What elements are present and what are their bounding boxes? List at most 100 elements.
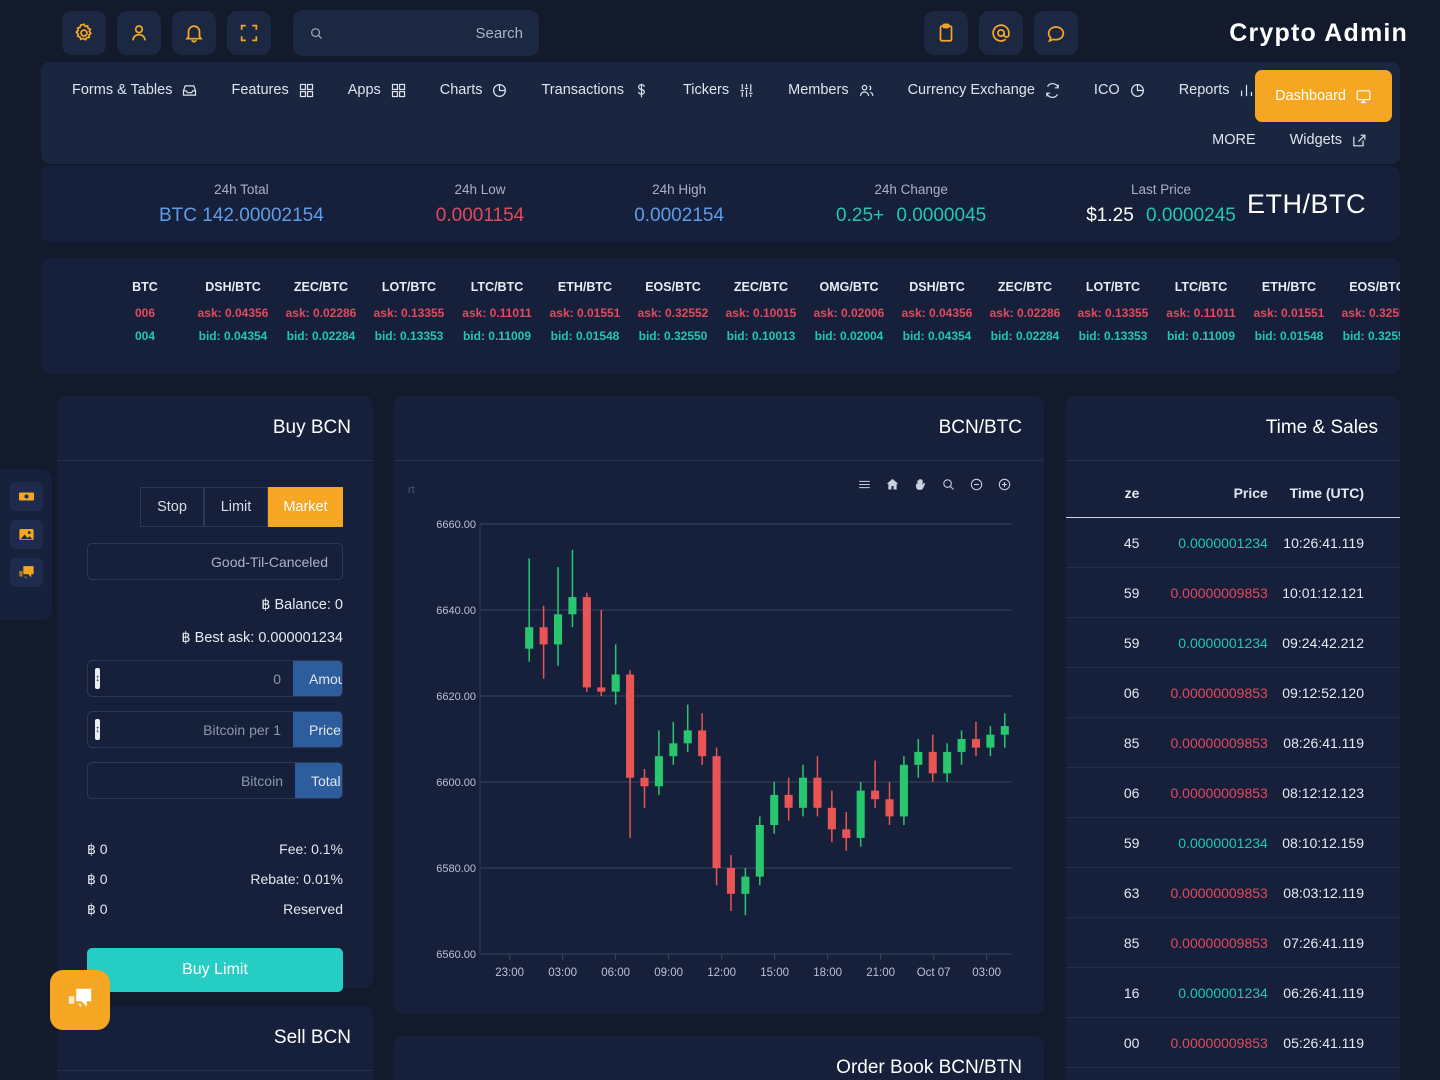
- ticker-bid: bid: 0.02284: [990, 329, 1060, 343]
- table-row[interactable]: 59 0.00000009853 10:01:12.121: [1066, 568, 1400, 618]
- ticker-column[interactable]: ETH/BTC ask: 0.01551 bid: 0.01548: [1245, 280, 1333, 343]
- nav-item-ico[interactable]: ICO: [1094, 82, 1146, 99]
- stat-value: 0.0001154: [435, 204, 525, 226]
- home-icon[interactable]: [885, 477, 900, 492]
- price-input[interactable]: [100, 721, 293, 738]
- ticker-column[interactable]: DSH/BTC ask: 0.04356 bid: 0.04354: [189, 280, 277, 343]
- price-tag: Price: [293, 712, 342, 747]
- ticker-column[interactable]: LOT/BTC ask: 0.13355 bid: 0.13353: [365, 280, 453, 343]
- ticker-column[interactable]: EOS/BTC ask: 0.32552 bid: 0.32550: [1333, 280, 1400, 343]
- amount-field-row[interactable]: ↕ Amount: [87, 660, 343, 697]
- table-row[interactable]: 00 0.00000009853 05:26:41.119: [1066, 1018, 1400, 1068]
- ticker-column[interactable]: EOS/BTC ask: 0.32552 bid: 0.32550: [629, 280, 717, 343]
- chat-icon[interactable]: [1034, 11, 1079, 55]
- left-dock: [0, 470, 52, 620]
- order-type-stop[interactable]: Stop: [140, 487, 204, 527]
- candlestick-chart[interactable]: 6560.00 6580.00 6600.00 6620.00 6640.00 6660.…: [394, 492, 1044, 1002]
- nav-item-widgets[interactable]: Widgets: [1290, 132, 1368, 149]
- nav-item-apps[interactable]: Apps: [348, 82, 407, 99]
- stat-label: 24h Total: [214, 181, 269, 197]
- nav-item-transactions[interactable]: Transactions: [541, 82, 649, 99]
- buy-limit-button[interactable]: Buy Limit: [87, 948, 343, 992]
- ticker-ask: ask: 0.10015: [725, 306, 797, 320]
- ticker-column[interactable]: OMG/BTC ask: 0.02006 bid: 0.02004: [805, 280, 893, 343]
- table-row[interactable]: 45 0.0000001234 10:26:41.119: [1066, 518, 1400, 568]
- price-field-row[interactable]: ↕ Price: [87, 711, 343, 748]
- nav-item-reports[interactable]: Reports: [1179, 82, 1256, 99]
- fullscreen-icon[interactable]: [227, 11, 271, 55]
- ticker-column[interactable]: ZEC/BTC ask: 0.02286 bid: 0.02284: [981, 280, 1069, 343]
- nav-item-forms-tables[interactable]: Forms & Tables: [72, 82, 198, 99]
- ticker-tape: BTC 006 004 DSH/BTC ask: 0.04356 bid: 0.04354…: [41, 258, 1400, 374]
- order-type-market[interactable]: Market: [268, 487, 343, 527]
- total-field-row[interactable]: Total: [87, 762, 343, 799]
- ticker-pair: LOT/BTC: [1085, 280, 1141, 294]
- nav-item-more[interactable]: MORE: [1212, 132, 1256, 148]
- gear-icon[interactable]: [62, 11, 106, 55]
- chat-stack-icon[interactable]: [9, 558, 43, 587]
- ticker-column[interactable]: ETH/BTC ask: 0.01551 bid: 0.01548: [541, 280, 629, 343]
- order-book-title: Order Book BCN/BTN: [394, 1036, 1044, 1080]
- zoom-out-icon[interactable]: [969, 477, 984, 492]
- order-type-limit[interactable]: Limit: [204, 487, 268, 527]
- stat-label: Last Price: [1131, 181, 1192, 197]
- nav-item-members[interactable]: Members: [788, 82, 874, 99]
- cell-size: 16: [1123, 984, 1140, 1001]
- svg-text:03:00: 03:00: [548, 967, 577, 979]
- time-sales-title: Time & Sales: [1066, 396, 1400, 461]
- svg-text:09:00: 09:00: [654, 967, 683, 979]
- cell-size: 06: [1123, 784, 1140, 801]
- search-input[interactable]: [324, 24, 523, 42]
- ticker-tape-track[interactable]: BTC 006 004 DSH/BTC ask: 0.04356 bid: 0.04354…: [41, 258, 1400, 343]
- table-row[interactable]: 06 0.00000009853 08:12:12.123: [1066, 768, 1400, 818]
- ticker-pair: ZEC/BTC: [293, 280, 349, 294]
- user-icon[interactable]: [117, 11, 161, 55]
- nav-item-features[interactable]: Features: [231, 82, 314, 99]
- clipboard-icon[interactable]: [924, 11, 969, 55]
- cell-time: 05:26:41.119: [1283, 1034, 1364, 1051]
- zoom-selection-icon[interactable]: [941, 477, 956, 492]
- ticker-column[interactable]: ZEC/BTC ask: 0.10015 bid: 0.10013: [717, 280, 805, 343]
- nav-item-currency-exchange[interactable]: Currency Exchange: [908, 82, 1061, 99]
- nav-item-charts[interactable]: Charts: [440, 82, 509, 99]
- table-row[interactable]: 63 0.00000009853 08:03:12.119: [1066, 868, 1400, 918]
- ticker-column[interactable]: LTC/BTC ask: 0.11011 bid: 0.11009: [453, 280, 541, 343]
- time-sales-rows: 45 0.0000001234 10:26:41.119 59 0.0000000985…: [1066, 518, 1400, 1068]
- table-row[interactable]: 59 0.0000001234 08:10:12.159: [1066, 818, 1400, 868]
- cell-time: 08:10:12.159: [1282, 834, 1364, 851]
- bell-icon[interactable]: [172, 11, 216, 55]
- svg-text:6620.00: 6620.00: [436, 691, 476, 703]
- search-box[interactable]: [293, 10, 539, 56]
- cell-price: 0.00000009853: [1170, 934, 1268, 951]
- ticker-column[interactable]: DSH/BTC ask: 0.04356 bid: 0.04354: [893, 280, 981, 343]
- column-header-price: Price: [1233, 485, 1268, 501]
- chat-fab-icon[interactable]: [50, 970, 110, 1030]
- ticker-ask: ask: 0.32552: [637, 306, 709, 320]
- chart-plot-area[interactable]: 6560.00 6580.00 6600.00 6620.00 6640.00 6660.…: [394, 492, 1044, 1002]
- cell-price: 0.00000009853: [1170, 784, 1268, 801]
- amount-input[interactable]: [100, 670, 293, 687]
- menu-icon[interactable]: [857, 477, 872, 492]
- ticker-column[interactable]: LOT/BTC ask: 0.13355 bid: 0.13353: [1069, 280, 1157, 343]
- chart-toolbar: [394, 461, 1044, 492]
- table-row[interactable]: 16 0.0000001234 06:26:41.119: [1066, 968, 1400, 1018]
- nav-item-dashboard[interactable]: Dashboard: [1255, 70, 1392, 122]
- ticker-column[interactable]: BTC 006 004: [101, 280, 189, 343]
- table-row[interactable]: 85 0.00000009853 08:26:41.119: [1066, 718, 1400, 768]
- money-icon[interactable]: [9, 482, 43, 511]
- pan-hand-icon[interactable]: [913, 477, 928, 492]
- ticker-bid: bid: 0.04354: [902, 329, 972, 343]
- ticker-column[interactable]: LTC/BTC ask: 0.11011 bid: 0.11009: [1157, 280, 1245, 343]
- table-row[interactable]: 06 0.00000009853 09:12:52.120: [1066, 668, 1400, 718]
- duration-select[interactable]: Good-Til-Canceled: [87, 543, 343, 580]
- table-row[interactable]: 59 0.0000001234 09:24:42.212: [1066, 618, 1400, 668]
- nav-label: Widgets: [1289, 132, 1342, 148]
- ticker-column[interactable]: ZEC/BTC ask: 0.02286 bid: 0.02284: [277, 280, 365, 343]
- zoom-in-icon[interactable]: [997, 477, 1012, 492]
- nav-label: MORE: [1212, 132, 1256, 148]
- total-input[interactable]: [88, 772, 295, 789]
- table-row[interactable]: 85 0.00000009853 07:26:41.119: [1066, 918, 1400, 968]
- nav-item-tickers[interactable]: Tickers: [683, 82, 755, 99]
- at-icon[interactable]: [979, 11, 1024, 55]
- image-icon[interactable]: [9, 520, 43, 549]
